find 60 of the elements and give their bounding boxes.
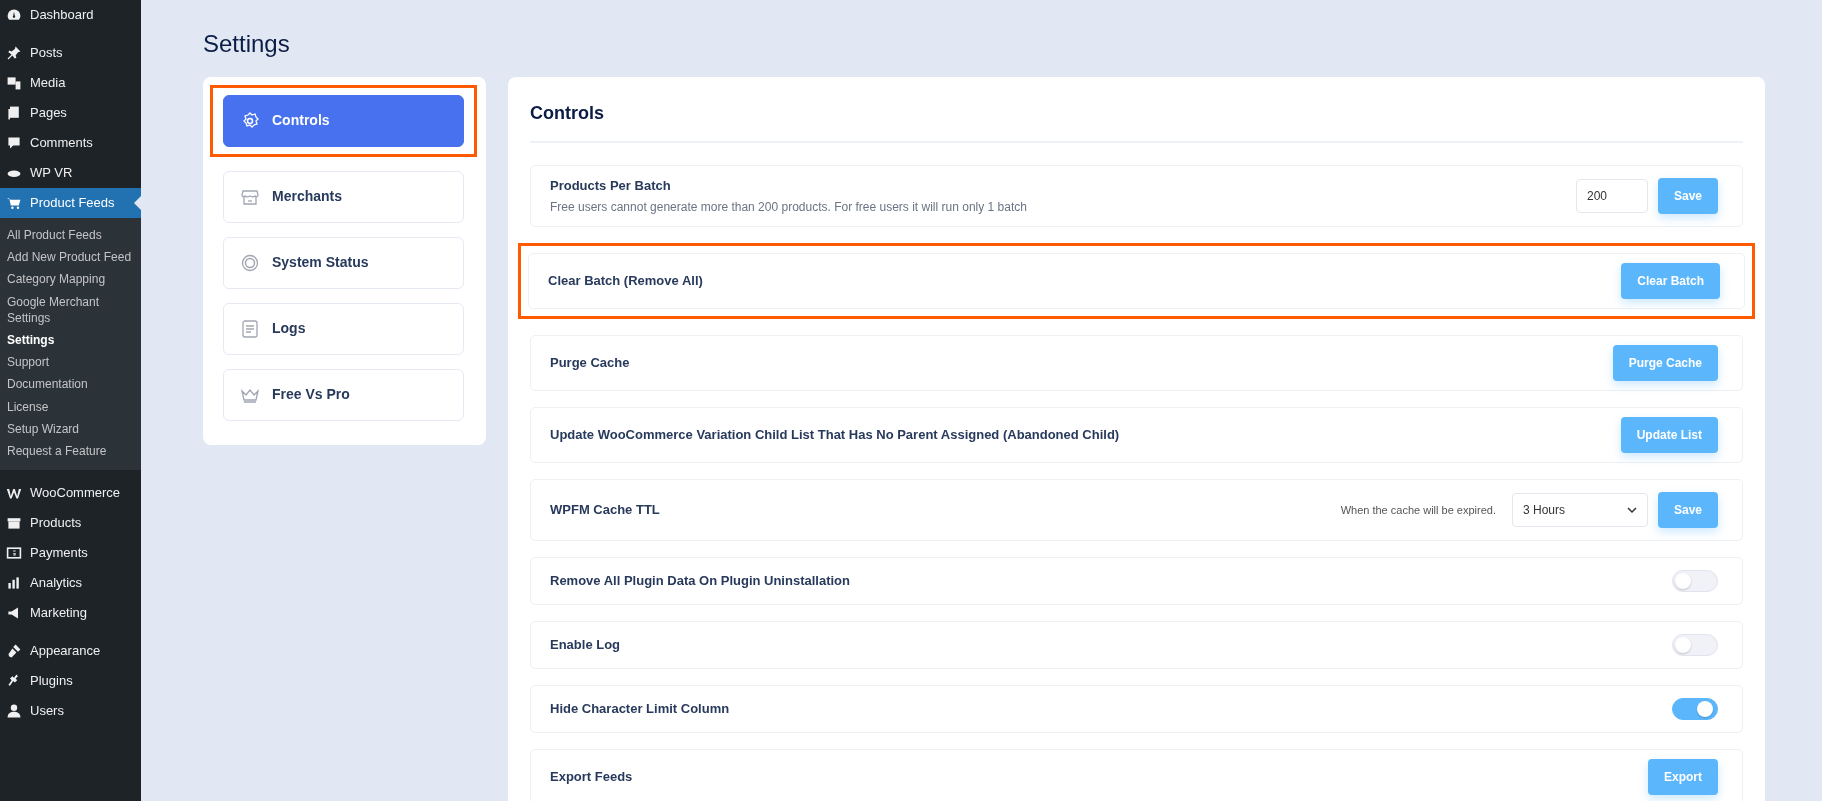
panel-title: Controls [530, 94, 1743, 143]
user-icon [6, 703, 22, 720]
sidebar-item[interactable]: WP VR [0, 158, 141, 188]
chevron-down-icon [1626, 504, 1637, 515]
submenu-item[interactable]: Support [0, 351, 141, 374]
setting-label: Clear Batch (Remove All) [548, 272, 704, 291]
hint-text: When the cache will be expired. [1340, 502, 1496, 518]
cart-icon [6, 195, 22, 211]
sidebar-item[interactable]: Users [0, 696, 141, 727]
sidebar-item[interactable]: Appearance [0, 636, 141, 667]
setting-label: Export Feeds [550, 768, 634, 787]
submenu-item[interactable]: Category Mapping [0, 268, 141, 291]
setting-label: Products Per Batch [550, 177, 672, 196]
setting-description: Free users cannot generate more than 200 products. For free users it will run only 1 batch [550, 198, 1028, 216]
sidebar-item[interactable]: Pages [0, 98, 141, 128]
setting-label: Purge Cache [550, 354, 631, 373]
sidebar-item[interactable]: Payments [0, 538, 141, 569]
setting-label: Remove All Plugin Data On Plugin Uninstallation [550, 572, 851, 591]
setting-label: Hide Character Limit Column [550, 700, 731, 719]
settings-menu-item[interactable]: Controls [223, 94, 464, 147]
sidebar-item[interactable]: WooCommerce [0, 478, 141, 509]
submenu-item[interactable]: License [0, 395, 141, 418]
submenu-item[interactable]: Setup Wizard [0, 417, 141, 440]
sidebar-item[interactable]: Product Feeds [0, 188, 141, 218]
sidebar-item[interactable]: Plugins [0, 666, 141, 697]
dollar-icon [6, 545, 22, 562]
submenu-item[interactable]: Settings [0, 328, 141, 352]
settings-menu-item[interactable]: Logs [223, 302, 464, 355]
gauge-icon [6, 7, 22, 23]
circle-icon [240, 252, 260, 273]
document-icon [240, 318, 260, 339]
submenu-item[interactable]: Request a Feature [0, 439, 141, 463]
settings-menu-item[interactable]: System Status [223, 236, 464, 289]
sidebar-item[interactable]: Posts [0, 38, 141, 68]
sidebar-item[interactable]: Analytics [0, 568, 141, 599]
pages-icon [6, 105, 22, 121]
submenu-item[interactable]: Documentation [0, 373, 141, 396]
setting-label: WPFM Cache TTL [550, 501, 661, 520]
brush-icon [6, 643, 22, 660]
sidebar-item[interactable]: Comments [0, 128, 141, 158]
settings-menu-item[interactable]: Merchants [223, 170, 464, 223]
bar-chart-icon [6, 575, 22, 592]
media-icon [6, 75, 22, 91]
settings-menu-item[interactable]: Free Vs Pro [223, 368, 464, 421]
speech-bubble-icon [6, 135, 22, 151]
sidebar-item[interactable]: Marketing [0, 598, 141, 629]
submenu-item[interactable]: Google Merchant Settings [0, 290, 141, 329]
submenu-item[interactable]: Add New Product Feed [0, 246, 141, 269]
submenu-item[interactable]: All Product Feeds [0, 224, 141, 247]
dropdown-field[interactable]: 3 Hours [1511, 492, 1648, 527]
pin-icon [6, 45, 22, 61]
setting-label: Enable Log [550, 636, 622, 655]
archive-icon [6, 515, 22, 532]
number-field[interactable]: 200 [1575, 178, 1648, 213]
sidebar-item[interactable]: Products [0, 508, 141, 539]
sidebar-item[interactable]: Dashboard [0, 0, 141, 30]
sidebar-item[interactable]: Media [0, 68, 141, 98]
setting-label: Update WooCommerce Variation Child List That Has No Parent Assigned (Abandoned Child) [550, 426, 1121, 445]
page-title: Settings [203, 30, 291, 59]
toggle-switch[interactable] [1672, 697, 1718, 720]
